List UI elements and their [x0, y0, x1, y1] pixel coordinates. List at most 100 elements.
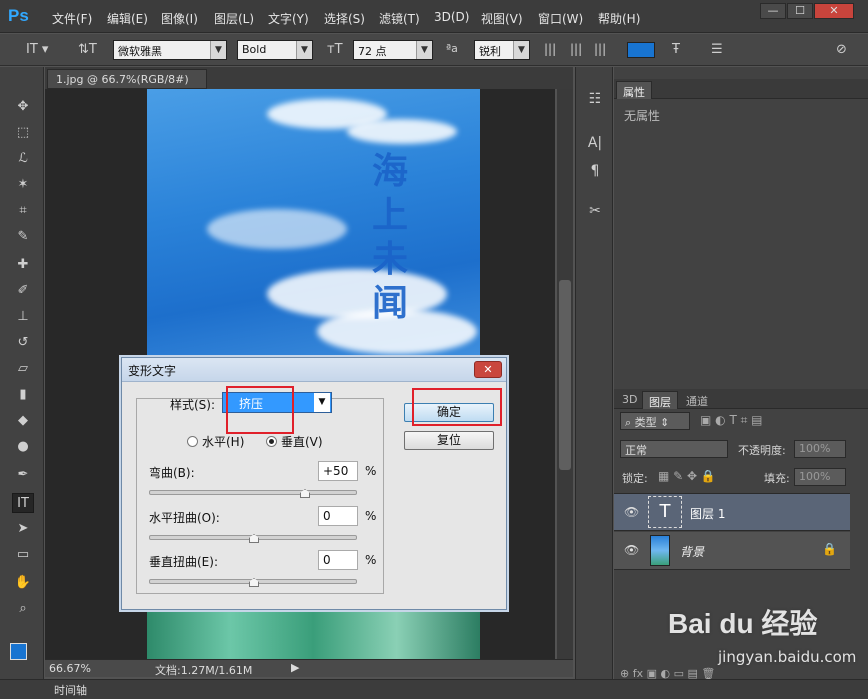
path-select-icon[interactable]: ➤	[12, 519, 34, 539]
crop-tool-icon[interactable]: ⌗	[12, 201, 34, 221]
lock-icons[interactable]: ▦ ✎ ✥ 🔒	[658, 469, 716, 483]
gradient-tool-icon[interactable]: ▮	[12, 385, 34, 405]
paragraph-panel-icon[interactable]: ¶	[584, 163, 606, 183]
window-close-button[interactable]: ✕	[814, 3, 854, 19]
eyedropper-icon[interactable]: ✎	[12, 227, 34, 247]
pen-tool-icon[interactable]: ✒	[12, 465, 34, 485]
foreground-color-swatch[interactable]	[10, 643, 27, 660]
text-char: 闻	[371, 283, 408, 324]
menu-edit[interactable]: 编辑(E)	[107, 10, 148, 27]
reset-button[interactable]: 复位	[404, 431, 494, 450]
bend-input[interactable]: +50	[318, 461, 358, 481]
lasso-tool-icon[interactable]: ℒ	[12, 149, 34, 169]
eye-icon[interactable]: 👁	[624, 505, 639, 519]
menu-help[interactable]: 帮助(H)	[598, 10, 640, 27]
horizontal-label[interactable]: 水平(H)	[202, 433, 244, 450]
horizontal-radio[interactable]	[187, 436, 198, 447]
blur-tool-icon[interactable]: ◆	[12, 411, 34, 431]
history-brush-icon[interactable]: ↺	[12, 333, 34, 353]
menu-file[interactable]: 文件(F)	[52, 10, 92, 27]
move-tool-icon[interactable]: ✥	[12, 97, 34, 117]
character-panel-icon[interactable]: A|	[584, 135, 606, 155]
font-family-select[interactable]: 微软雅黑 ▼	[113, 40, 227, 60]
layer-name[interactable]: 背景	[680, 543, 704, 560]
history-panel-icon[interactable]: ☷	[584, 91, 606, 111]
document-tab[interactable]: 1.jpg @ 66.7%(RGB/8#) ×	[47, 69, 207, 99]
menu-3d[interactable]: 3D(D)	[434, 10, 469, 24]
eye-icon[interactable]: 👁	[624, 543, 639, 557]
zoom-tool-icon[interactable]: ⌕	[12, 599, 34, 619]
menu-layer[interactable]: 图层(L)	[214, 10, 254, 27]
chevron-down-icon: ▼	[513, 41, 529, 59]
marquee-tool-icon[interactable]: ⬚	[12, 123, 34, 143]
properties-panel-header: 属性	[614, 79, 868, 99]
tab-properties[interactable]: 属性	[616, 81, 652, 99]
eraser-tool-icon[interactable]: ▱	[12, 359, 34, 379]
status-menu-arrow-icon[interactable]: ▶	[291, 661, 299, 674]
bend-slider[interactable]	[149, 490, 357, 495]
watermark-brand: Bai du 经验	[668, 608, 818, 639]
canvas-image-sky	[147, 89, 480, 359]
vertical-distortion-label: 垂直扭曲(E):	[149, 555, 218, 569]
menu-select[interactable]: 选择(S)	[324, 10, 365, 27]
antialias-select[interactable]: 锐利 ▼	[474, 40, 530, 60]
layer-filter-select[interactable]: ⌕ 类型 ⇕	[620, 412, 690, 430]
blend-mode-select[interactable]: 正常	[620, 440, 728, 458]
character-panel-icon[interactable]: ☰	[711, 42, 723, 57]
stamp-tool-icon[interactable]: ⊥	[12, 307, 34, 327]
horizontal-distortion-input[interactable]: 0	[318, 506, 358, 526]
hand-tool-icon[interactable]: ✋	[12, 573, 34, 593]
font-size-select[interactable]: 72 点 ▼	[353, 40, 433, 60]
layers-panel-header: 3D 图层 通道	[614, 389, 868, 409]
type-tool-icon[interactable]: ⅠT	[12, 493, 34, 513]
tool-presets-icon[interactable]: ✂	[584, 203, 606, 223]
menu-type[interactable]: 文字(Y)	[268, 10, 309, 27]
menu-bar: Ps 文件(F) 编辑(E) 图像(I) 图层(L) 文字(Y) 选择(S) 滤…	[0, 0, 868, 33]
lock-label: 锁定:	[622, 472, 648, 485]
tab-channels[interactable]: 通道	[680, 391, 714, 409]
menu-image[interactable]: 图像(I)	[161, 10, 198, 27]
maximize-button[interactable]: ☐	[787, 3, 813, 19]
toggle-orientation-icon[interactable]: ⇅T	[78, 42, 97, 57]
type-tool-preset-icon[interactable]: ⅠT ▾	[26, 42, 48, 57]
zoom-level[interactable]: 66.67%	[49, 662, 91, 675]
shape-tool-icon[interactable]: ▭	[12, 545, 34, 565]
align-right-icon[interactable]: |||	[594, 42, 606, 56]
menu-window[interactable]: 窗口(W)	[538, 10, 583, 27]
fill-input[interactable]: 100%	[794, 468, 846, 486]
options-bar: ⅠT ▾ ⇅T 微软雅黑 ▼ Bold ▼ ᴛT 72 点 ▼ ªa 锐利 ▼ …	[0, 34, 868, 66]
layer-name[interactable]: 图层 1	[690, 505, 725, 522]
align-center-icon[interactable]: |||	[570, 42, 582, 56]
vertical-text-layer[interactable]: 海 上 未 闻	[370, 150, 410, 326]
scrollbar-thumb[interactable]	[559, 280, 571, 470]
text-char: 海	[371, 151, 408, 192]
vertical-distortion-input[interactable]: 0	[318, 550, 358, 570]
menu-view[interactable]: 视图(V)	[481, 10, 523, 27]
font-style-select[interactable]: Bold ▼	[237, 40, 313, 60]
blend-mode-value: 正常	[625, 444, 647, 457]
opacity-input[interactable]: 100%	[794, 440, 846, 458]
cancel-icon[interactable]: ⊘	[836, 42, 847, 57]
warp-text-icon[interactable]: Ŧ	[672, 42, 680, 57]
magic-wand-icon[interactable]: ✶	[12, 175, 34, 195]
dodge-tool-icon[interactable]: ●	[12, 437, 34, 457]
vertical-label[interactable]: 垂直(V)	[281, 433, 323, 450]
align-left-icon[interactable]: |||	[544, 42, 556, 56]
layer-filter-icons[interactable]: ▣ ◐ T ⌗ ▤	[700, 413, 763, 428]
menu-filter[interactable]: 滤镜(T)	[379, 10, 420, 27]
vertical-radio[interactable]	[266, 436, 277, 447]
healing-brush-icon[interactable]: ✚	[12, 255, 34, 275]
layer-row[interactable]: 👁 背景 🔒	[614, 532, 850, 570]
chevron-down-icon[interactable]: ▼	[314, 393, 330, 412]
tab-layers[interactable]: 图层	[642, 391, 678, 409]
layer-row[interactable]: 👁 T 图层 1	[614, 493, 850, 531]
collapsed-panel-dock: ☷ A| ¶ ✂	[575, 67, 613, 679]
font-size-icon: ᴛT	[327, 42, 343, 57]
text-char: 上	[371, 195, 408, 236]
minimize-button[interactable]: —	[760, 3, 786, 19]
tab-3d[interactable]: 3D	[616, 391, 643, 409]
tools-panel: ✥ ⬚ ℒ ✶ ⌗ ✎ ✚ ✐ ⊥ ↺ ▱ ▮ ◆ ● ✒ ⅠT ➤ ▭ ✋ ⌕…	[0, 67, 44, 699]
text-color-swatch[interactable]	[627, 42, 655, 58]
brush-tool-icon[interactable]: ✐	[12, 281, 34, 301]
dialog-close-button[interactable]: ✕	[474, 361, 502, 378]
